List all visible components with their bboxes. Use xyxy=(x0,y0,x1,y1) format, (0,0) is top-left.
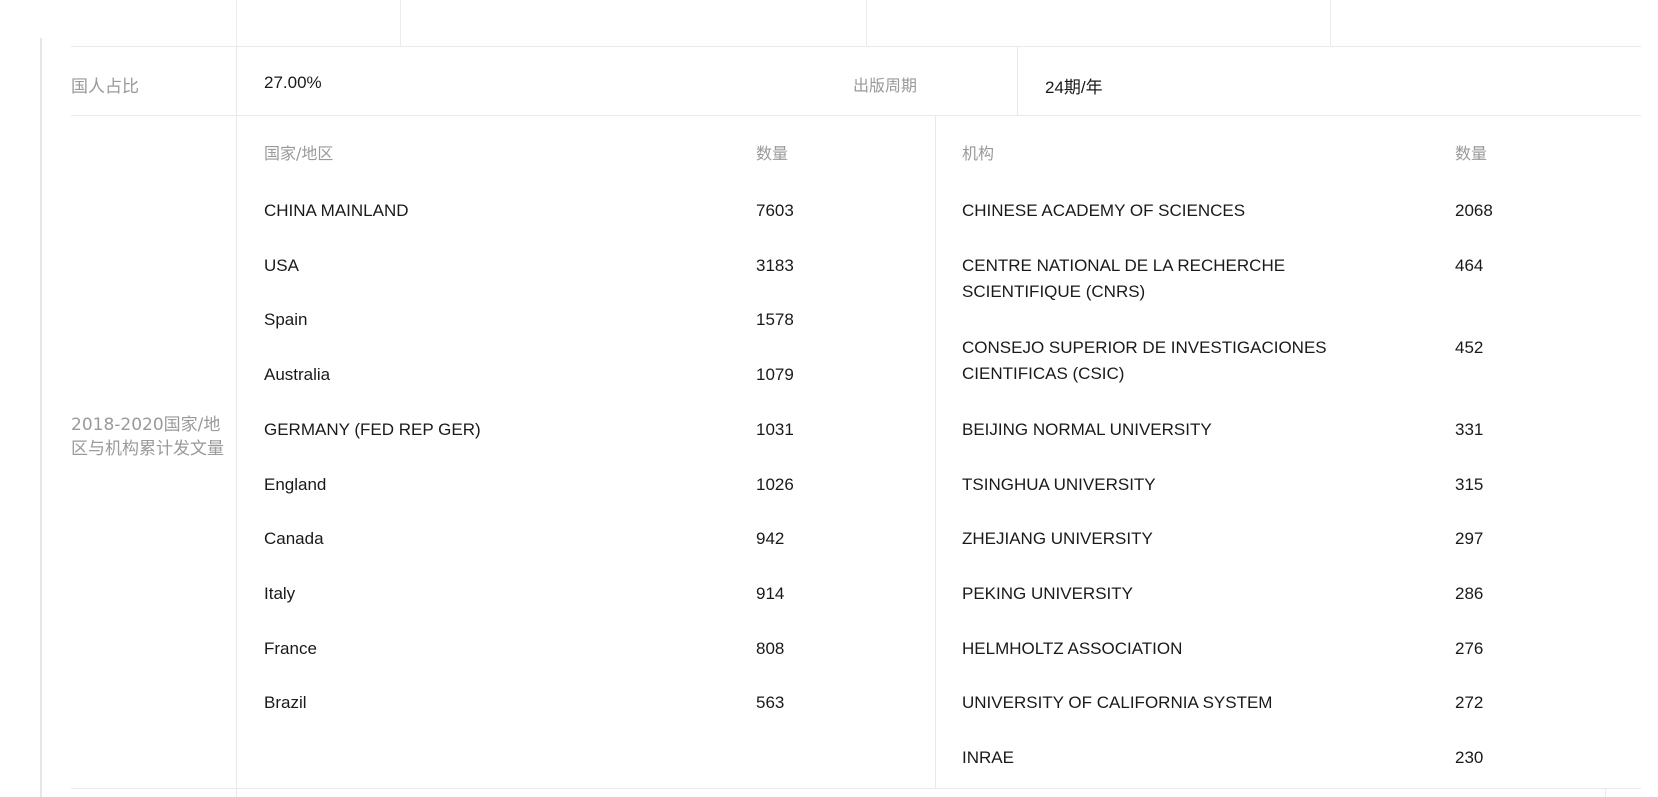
country-name: Canada xyxy=(264,529,324,548)
publication-frequency-label: 出版周期 xyxy=(853,76,918,95)
top-divider-3 xyxy=(866,0,867,46)
column-divider-stats xyxy=(935,115,936,788)
institution-count: 297 xyxy=(1455,529,1484,548)
institution-header: 机构 xyxy=(962,144,995,163)
institution-count: 276 xyxy=(1455,639,1484,658)
country-count: 3183 xyxy=(756,256,794,275)
column-divider-frequency xyxy=(1017,46,1018,115)
institution-name: UNIVERSITY OF CALIFORNIA SYSTEM xyxy=(962,693,1273,712)
row-divider-top xyxy=(71,46,1641,47)
institution-count: 286 xyxy=(1455,584,1484,603)
country-count: 808 xyxy=(756,639,785,658)
top-divider-1 xyxy=(236,0,237,46)
stats-row-label: 2018-2020国家/地区与机构累计发文量 xyxy=(71,415,224,459)
institution-count: 230 xyxy=(1455,748,1484,767)
institution-name: INRAE xyxy=(962,748,1014,767)
country-name: Australia xyxy=(264,365,331,384)
country-count-header: 数量 xyxy=(756,144,789,163)
institution-name: PEKING UNIVERSITY xyxy=(962,584,1133,603)
top-divider-4 xyxy=(1330,0,1331,46)
publication-frequency-value: 24期/年 xyxy=(1045,78,1103,97)
institution-count: 315 xyxy=(1455,475,1484,494)
country-name: France xyxy=(264,639,317,658)
column-divider-label xyxy=(236,46,237,797)
country-name: USA xyxy=(264,256,299,275)
institution-count: 452 xyxy=(1455,338,1484,357)
institution-name: CHINESE ACADEMY OF SCIENCES xyxy=(962,201,1246,220)
institution-count: 464 xyxy=(1455,256,1484,275)
institution-name: BEIJING NORMAL UNIVERSITY xyxy=(962,420,1212,439)
country-count: 942 xyxy=(756,529,785,548)
institution-count: 2068 xyxy=(1455,201,1493,220)
domestic-share-value: 27.00% xyxy=(264,73,322,92)
institution-name: CONSEJO SUPERIOR DE INVESTIGACIONES CIEN… xyxy=(962,338,1327,383)
row-divider-summary xyxy=(71,115,1641,116)
institution-count-header: 数量 xyxy=(1455,144,1488,163)
column-divider-bottom-right xyxy=(1605,788,1606,797)
country-count: 1578 xyxy=(756,310,794,329)
country-header: 国家/地区 xyxy=(264,144,334,163)
institution-name: ZHEJIANG UNIVERSITY xyxy=(962,529,1153,548)
institution-name: HELMHOLTZ ASSOCIATION xyxy=(962,639,1183,658)
institution-name: TSINGHUA UNIVERSITY xyxy=(962,475,1156,494)
page-left-border xyxy=(40,38,42,797)
country-name: GERMANY (FED REP GER) xyxy=(264,420,481,439)
country-count: 1026 xyxy=(756,475,794,494)
top-divider-2 xyxy=(400,0,401,46)
country-name: CHINA MAINLAND xyxy=(264,201,409,220)
institution-name: CENTRE NATIONAL DE LA RECHERCHE SCIENTIF… xyxy=(962,256,1286,301)
country-name: Brazil xyxy=(264,693,307,712)
row-divider-bottom xyxy=(71,788,1641,789)
country-count: 563 xyxy=(756,693,785,712)
country-name: Italy xyxy=(264,584,296,603)
country-name: England xyxy=(264,475,327,494)
country-count: 1079 xyxy=(756,365,794,384)
institution-count: 331 xyxy=(1455,420,1484,439)
country-count: 1031 xyxy=(756,420,794,439)
country-count: 914 xyxy=(756,584,785,603)
domestic-share-label: 国人占比 xyxy=(71,77,139,97)
institution-count: 272 xyxy=(1455,693,1484,712)
country-count: 7603 xyxy=(756,201,794,220)
country-name: Spain xyxy=(264,310,308,329)
